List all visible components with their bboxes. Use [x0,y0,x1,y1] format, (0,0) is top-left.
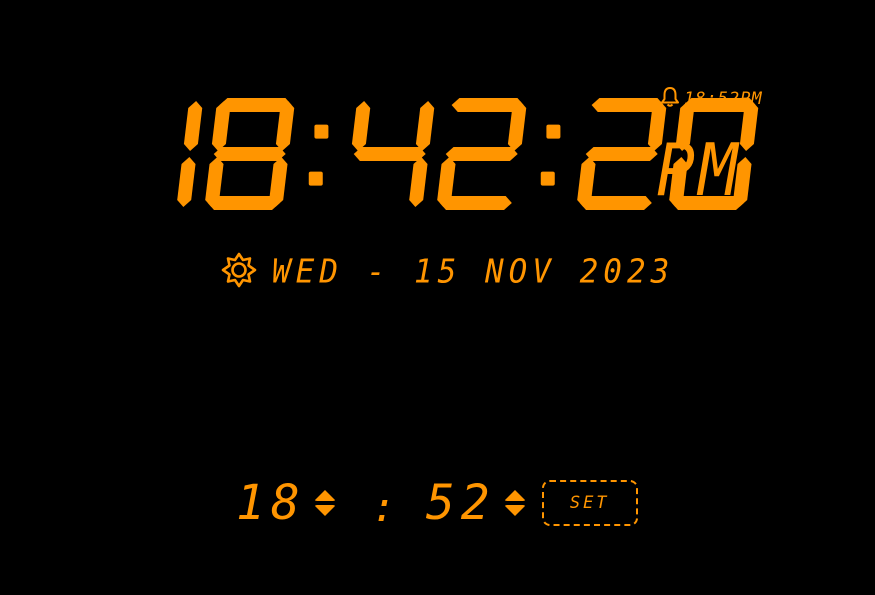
chevron-down-icon[interactable] [503,505,526,516]
segment-d [579,196,652,210]
segment-g [353,147,426,161]
segment-g [585,147,658,161]
segment-b [183,101,203,151]
segment-f [211,101,231,151]
minute-digit-1 [351,101,435,207]
hour-digit-1 [177,101,203,207]
alarm-setter: 18 : 52 SET [236,472,638,534]
segment-c [177,157,196,207]
alarm-indicator: 18:52PM [660,86,763,112]
clock-colon-1 [308,124,329,186]
sun-icon [220,251,258,293]
segment-g [213,147,286,161]
segment-g [445,147,518,161]
alarm-hour-value: 18 [236,475,306,531]
alarm-time: 18:52PM [684,89,763,109]
alarm-separator: : [371,485,396,531]
hour-digit-2 [205,98,295,210]
date-text: WED - 15 NOV 2023 [272,253,675,291]
minute-digit-2 [437,98,527,210]
set-alarm-button[interactable]: SET [541,480,638,526]
minute-stepper[interactable] [502,490,528,516]
segment-f [351,101,371,151]
clock-colon-2 [540,124,561,186]
chevron-up-icon[interactable] [313,490,336,501]
alarm-minute-value: 52 [425,475,496,531]
segment-c [409,157,428,207]
chevron-up-icon[interactable] [503,490,526,501]
segment-b [415,101,435,151]
hour-stepper[interactable] [312,490,338,516]
date-line: WED - 15 NOV 2023 [220,251,675,293]
ampm-indicator: PM [656,128,742,212]
bell-icon [660,86,680,112]
chevron-down-icon[interactable] [313,505,336,516]
segment-d [439,196,512,210]
second-digit-1 [577,98,667,210]
